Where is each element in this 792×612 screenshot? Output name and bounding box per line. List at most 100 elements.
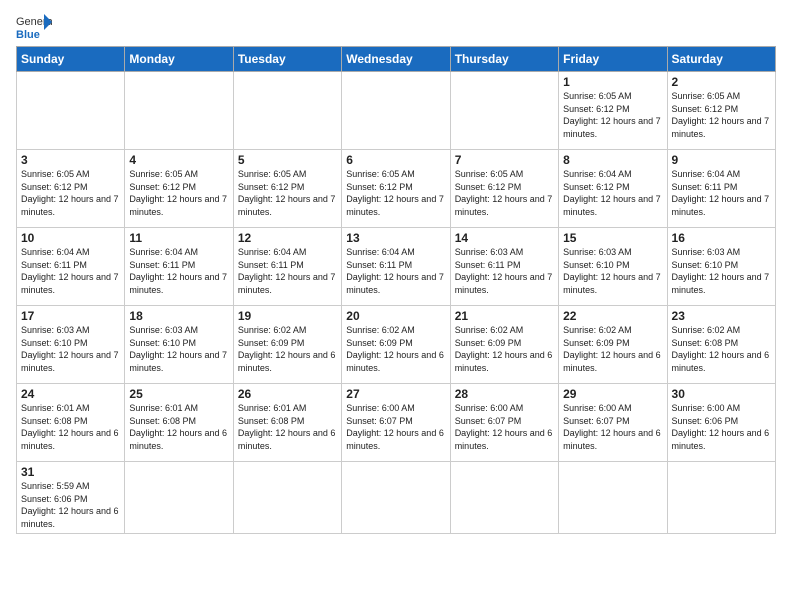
day-number: 26 [238,387,337,401]
calendar-cell: 29Sunrise: 6:00 AM Sunset: 6:07 PM Dayli… [559,384,667,462]
day-number: 17 [21,309,120,323]
day-info: Sunrise: 6:03 AM Sunset: 6:10 PM Dayligh… [129,324,228,374]
day-number: 31 [21,465,120,479]
calendar-cell [450,72,558,150]
day-info: Sunrise: 6:05 AM Sunset: 6:12 PM Dayligh… [455,168,554,218]
day-info: Sunrise: 6:02 AM Sunset: 6:09 PM Dayligh… [238,324,337,374]
day-info: Sunrise: 6:00 AM Sunset: 6:07 PM Dayligh… [346,402,445,452]
weekday-header-sunday: Sunday [17,47,125,72]
calendar-cell: 31Sunrise: 5:59 AM Sunset: 6:06 PM Dayli… [17,462,125,534]
calendar-cell: 8Sunrise: 6:04 AM Sunset: 6:12 PM Daylig… [559,150,667,228]
day-number: 30 [672,387,771,401]
calendar-cell: 23Sunrise: 6:02 AM Sunset: 6:08 PM Dayli… [667,306,775,384]
day-info: Sunrise: 6:05 AM Sunset: 6:12 PM Dayligh… [21,168,120,218]
day-number: 25 [129,387,228,401]
calendar-week-4: 24Sunrise: 6:01 AM Sunset: 6:08 PM Dayli… [17,384,776,462]
day-number: 27 [346,387,445,401]
day-number: 6 [346,153,445,167]
calendar-cell: 20Sunrise: 6:02 AM Sunset: 6:09 PM Dayli… [342,306,450,384]
weekday-header-saturday: Saturday [667,47,775,72]
day-info: Sunrise: 6:03 AM Sunset: 6:10 PM Dayligh… [563,246,662,296]
day-number: 28 [455,387,554,401]
day-info: Sunrise: 6:04 AM Sunset: 6:11 PM Dayligh… [21,246,120,296]
calendar-table: SundayMondayTuesdayWednesdayThursdayFrid… [16,46,776,534]
day-number: 29 [563,387,662,401]
day-info: Sunrise: 6:05 AM Sunset: 6:12 PM Dayligh… [238,168,337,218]
calendar-cell: 4Sunrise: 6:05 AM Sunset: 6:12 PM Daylig… [125,150,233,228]
day-info: Sunrise: 6:01 AM Sunset: 6:08 PM Dayligh… [238,402,337,452]
calendar-cell: 21Sunrise: 6:02 AM Sunset: 6:09 PM Dayli… [450,306,558,384]
calendar-week-0: 1Sunrise: 6:05 AM Sunset: 6:12 PM Daylig… [17,72,776,150]
day-info: Sunrise: 6:05 AM Sunset: 6:12 PM Dayligh… [672,90,771,140]
calendar-cell: 22Sunrise: 6:02 AM Sunset: 6:09 PM Dayli… [559,306,667,384]
calendar-cell [233,72,341,150]
day-info: Sunrise: 6:02 AM Sunset: 6:09 PM Dayligh… [346,324,445,374]
calendar-cell [125,462,233,534]
weekday-header-monday: Monday [125,47,233,72]
calendar-cell: 12Sunrise: 6:04 AM Sunset: 6:11 PM Dayli… [233,228,341,306]
calendar-cell: 17Sunrise: 6:03 AM Sunset: 6:10 PM Dayli… [17,306,125,384]
calendar-cell [17,72,125,150]
day-info: Sunrise: 6:03 AM Sunset: 6:10 PM Dayligh… [21,324,120,374]
logo: General Blue [16,12,52,40]
day-info: Sunrise: 6:05 AM Sunset: 6:12 PM Dayligh… [129,168,228,218]
calendar-cell: 18Sunrise: 6:03 AM Sunset: 6:10 PM Dayli… [125,306,233,384]
day-info: Sunrise: 5:59 AM Sunset: 6:06 PM Dayligh… [21,480,120,530]
weekday-header-tuesday: Tuesday [233,47,341,72]
calendar-cell: 13Sunrise: 6:04 AM Sunset: 6:11 PM Dayli… [342,228,450,306]
day-number: 12 [238,231,337,245]
day-number: 7 [455,153,554,167]
day-info: Sunrise: 6:02 AM Sunset: 6:08 PM Dayligh… [672,324,771,374]
calendar-cell: 9Sunrise: 6:04 AM Sunset: 6:11 PM Daylig… [667,150,775,228]
calendar-week-3: 17Sunrise: 6:03 AM Sunset: 6:10 PM Dayli… [17,306,776,384]
calendar-cell: 19Sunrise: 6:02 AM Sunset: 6:09 PM Dayli… [233,306,341,384]
weekday-header-row: SundayMondayTuesdayWednesdayThursdayFrid… [17,47,776,72]
calendar-cell: 25Sunrise: 6:01 AM Sunset: 6:08 PM Dayli… [125,384,233,462]
day-info: Sunrise: 6:00 AM Sunset: 6:07 PM Dayligh… [455,402,554,452]
calendar-cell: 14Sunrise: 6:03 AM Sunset: 6:11 PM Dayli… [450,228,558,306]
calendar-page: General Blue SundayMondayTuesdayWednesda… [0,0,792,542]
day-number: 8 [563,153,662,167]
calendar-cell: 10Sunrise: 6:04 AM Sunset: 6:11 PM Dayli… [17,228,125,306]
header: General Blue [16,12,776,40]
day-info: Sunrise: 6:05 AM Sunset: 6:12 PM Dayligh… [563,90,662,140]
calendar-cell: 28Sunrise: 6:00 AM Sunset: 6:07 PM Dayli… [450,384,558,462]
calendar-cell [233,462,341,534]
day-info: Sunrise: 6:04 AM Sunset: 6:11 PM Dayligh… [346,246,445,296]
day-info: Sunrise: 6:05 AM Sunset: 6:12 PM Dayligh… [346,168,445,218]
calendar-cell: 26Sunrise: 6:01 AM Sunset: 6:08 PM Dayli… [233,384,341,462]
calendar-week-5: 31Sunrise: 5:59 AM Sunset: 6:06 PM Dayli… [17,462,776,534]
day-number: 18 [129,309,228,323]
calendar-cell [450,462,558,534]
calendar-cell: 11Sunrise: 6:04 AM Sunset: 6:11 PM Dayli… [125,228,233,306]
calendar-cell: 16Sunrise: 6:03 AM Sunset: 6:10 PM Dayli… [667,228,775,306]
day-number: 16 [672,231,771,245]
day-info: Sunrise: 6:00 AM Sunset: 6:06 PM Dayligh… [672,402,771,452]
calendar-week-1: 3Sunrise: 6:05 AM Sunset: 6:12 PM Daylig… [17,150,776,228]
day-number: 19 [238,309,337,323]
svg-text:Blue: Blue [16,29,40,40]
day-info: Sunrise: 6:02 AM Sunset: 6:09 PM Dayligh… [563,324,662,374]
calendar-cell: 1Sunrise: 6:05 AM Sunset: 6:12 PM Daylig… [559,72,667,150]
day-number: 2 [672,75,771,89]
weekday-header-thursday: Thursday [450,47,558,72]
day-number: 3 [21,153,120,167]
day-info: Sunrise: 6:04 AM Sunset: 6:11 PM Dayligh… [129,246,228,296]
calendar-cell: 24Sunrise: 6:01 AM Sunset: 6:08 PM Dayli… [17,384,125,462]
calendar-cell [342,72,450,150]
calendar-cell: 27Sunrise: 6:00 AM Sunset: 6:07 PM Dayli… [342,384,450,462]
calendar-cell [125,72,233,150]
day-info: Sunrise: 6:00 AM Sunset: 6:07 PM Dayligh… [563,402,662,452]
day-info: Sunrise: 6:01 AM Sunset: 6:08 PM Dayligh… [21,402,120,452]
calendar-cell: 3Sunrise: 6:05 AM Sunset: 6:12 PM Daylig… [17,150,125,228]
calendar-body: 1Sunrise: 6:05 AM Sunset: 6:12 PM Daylig… [17,72,776,534]
calendar-cell [559,462,667,534]
day-number: 23 [672,309,771,323]
day-info: Sunrise: 6:02 AM Sunset: 6:09 PM Dayligh… [455,324,554,374]
day-number: 20 [346,309,445,323]
day-info: Sunrise: 6:03 AM Sunset: 6:11 PM Dayligh… [455,246,554,296]
day-number: 22 [563,309,662,323]
calendar-cell: 30Sunrise: 6:00 AM Sunset: 6:06 PM Dayli… [667,384,775,462]
day-number: 15 [563,231,662,245]
day-info: Sunrise: 6:04 AM Sunset: 6:11 PM Dayligh… [672,168,771,218]
